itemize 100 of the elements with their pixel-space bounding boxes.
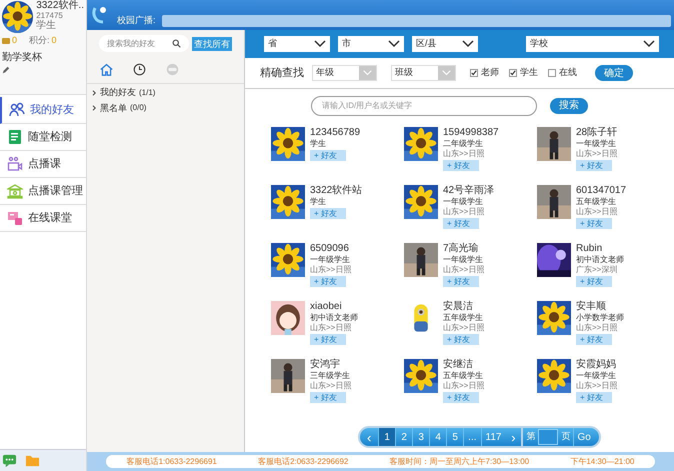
page-button[interactable]: ... [463,428,481,446]
page-button[interactable]: 117 [480,428,506,446]
page-button[interactable]: 2 [395,428,412,446]
next-page-button[interactable]: › [505,428,524,446]
keyword-search-field[interactable]: 请输入ID/用户名或关键字 [311,96,537,116]
bubble-icon[interactable] [166,63,179,76]
checkmark-icon [471,70,477,76]
user-name: 7高光瑜 [443,243,479,255]
add-friend-button[interactable]: + 好友 [576,392,612,403]
add-friend-button[interactable]: + 好友 [576,218,612,229]
region-select[interactable]: 省 [264,36,330,52]
checkmark-icon [510,70,516,76]
home-icon[interactable] [100,63,113,76]
region-select[interactable]: 市 [338,36,404,52]
page-prefix: 第 [525,430,536,444]
add-friend-button[interactable]: + 好友 [310,150,346,161]
search-button[interactable]: 搜索 [550,98,588,114]
add-friend-button[interactable]: + 好友 [310,392,346,403]
user-role: 学生 [310,197,326,207]
user-name: 123456789 [310,127,360,139]
trophy-label: 勤学奖杯 [2,50,43,64]
filter-checkbox[interactable]: 在线 [548,66,577,80]
filter-checkbox[interactable]: 老师 [470,66,499,80]
add-friend-button[interactable]: + 好友 [576,334,612,345]
search-placeholder: 搜索我的好友 [107,38,155,50]
exact-search-label: 精确查找 [260,66,304,81]
building-icon [7,183,23,199]
user-location: 山东>>日照 [443,381,484,391]
user-name: 6509096 [310,243,349,255]
add-friend-button[interactable]: + 好友 [310,208,346,219]
select-value: 省 [268,37,277,50]
page-button[interactable]: 4 [429,428,446,446]
points-label: 积分: [29,34,50,47]
add-friend-button[interactable]: + 好友 [443,218,479,229]
add-friend-button[interactable]: + 好友 [443,334,479,345]
user-role: 小学数学老师 [576,313,624,323]
tree-item[interactable]: 我的好友 (1/1) [92,86,239,100]
user-location: 山东>>日照 [443,207,484,217]
confirm-button[interactable]: 确定 [595,65,633,81]
classroom-icon [7,210,23,226]
clock-icon[interactable] [133,63,146,76]
page-button[interactable]: 5 [446,428,464,446]
add-friend-button[interactable]: + 好友 [443,160,479,171]
user-name: 安丰顺 [576,301,606,313]
user-role: 二年级学生 [443,139,483,149]
chevron-down-icon [363,70,372,76]
add-friend-button[interactable]: + 好友 [576,160,612,171]
page-button[interactable]: 3 [412,428,430,446]
user-id: 217475 [36,11,64,20]
user-name: xiaobei [310,301,342,313]
chat-icon[interactable] [2,453,17,468]
user-name: 28陈子轩 [576,127,618,139]
user-location: 山东>>日照 [576,149,618,159]
search-icon [172,39,181,48]
broadcast-label: 校园广播: [117,14,156,26]
user-location: 山东>>日照 [443,323,484,333]
user-location: 山东>>日照 [310,323,352,333]
region-select[interactable]: 区/县 [412,36,478,52]
tree-item[interactable]: 黑名单 (0/0) [92,102,239,115]
region-select[interactable]: 学校 [526,36,659,52]
page-number-field[interactable] [538,429,558,445]
select-value: 年级 [316,66,334,80]
prev-page-button[interactable]: ‹ [360,428,378,446]
user-location: 广东>>深圳 [576,265,618,275]
friend-search-field[interactable]: 搜索我的好友 [99,35,189,52]
status-text: 客服电话2:0633-2296692 [258,456,348,468]
pencil-icon[interactable] [2,66,10,74]
user-name: 安霞妈妈 [576,359,616,371]
add-friend-button[interactable]: + 好友 [310,276,346,287]
select-value: 市 [342,37,351,50]
grade-select[interactable]: 年级 [312,65,377,81]
user-name: 42号辛雨泽 [443,185,494,197]
coin-icon [2,36,10,45]
user-name: 3322软件.. [36,1,84,11]
user-name: 1594998387 [443,127,499,139]
people-icon [9,102,25,118]
user-location: 山东>>日照 [443,265,484,275]
status-text: 客服电话1:0633-2296691 [126,456,217,468]
add-friend-button[interactable]: + 好友 [310,334,346,345]
user-name: Rubin [576,243,602,255]
grade-select[interactable]: 班级 [391,65,456,81]
go-button[interactable]: Go [573,428,599,446]
nav-item[interactable]: 我的好友 [0,97,86,124]
user-role: 一年级学生 [576,139,616,149]
add-friend-button[interactable]: + 好友 [443,392,479,403]
user-location: 山东>>日照 [310,381,352,391]
coin-count: 0 [12,34,18,47]
chevron-down-icon [388,40,400,48]
chevron-down-icon [462,40,474,48]
user-role: 一年级学生 [443,255,483,265]
filter-checkbox[interactable]: 学生 [509,66,538,80]
tree-count: (1/1) [139,86,156,99]
find-all-button[interactable]: 查找所有 [192,36,232,50]
page-button[interactable]: 1 [378,428,396,446]
add-friend-button[interactable]: + 好友 [576,276,612,287]
chevron-down-icon [442,70,451,76]
user-role: 初中语文老师 [310,313,358,323]
status-text: 客服时间：周一至周六上午7:30—13:00 [390,456,530,468]
folder-icon[interactable] [25,453,40,468]
add-friend-button[interactable]: + 好友 [443,276,479,287]
